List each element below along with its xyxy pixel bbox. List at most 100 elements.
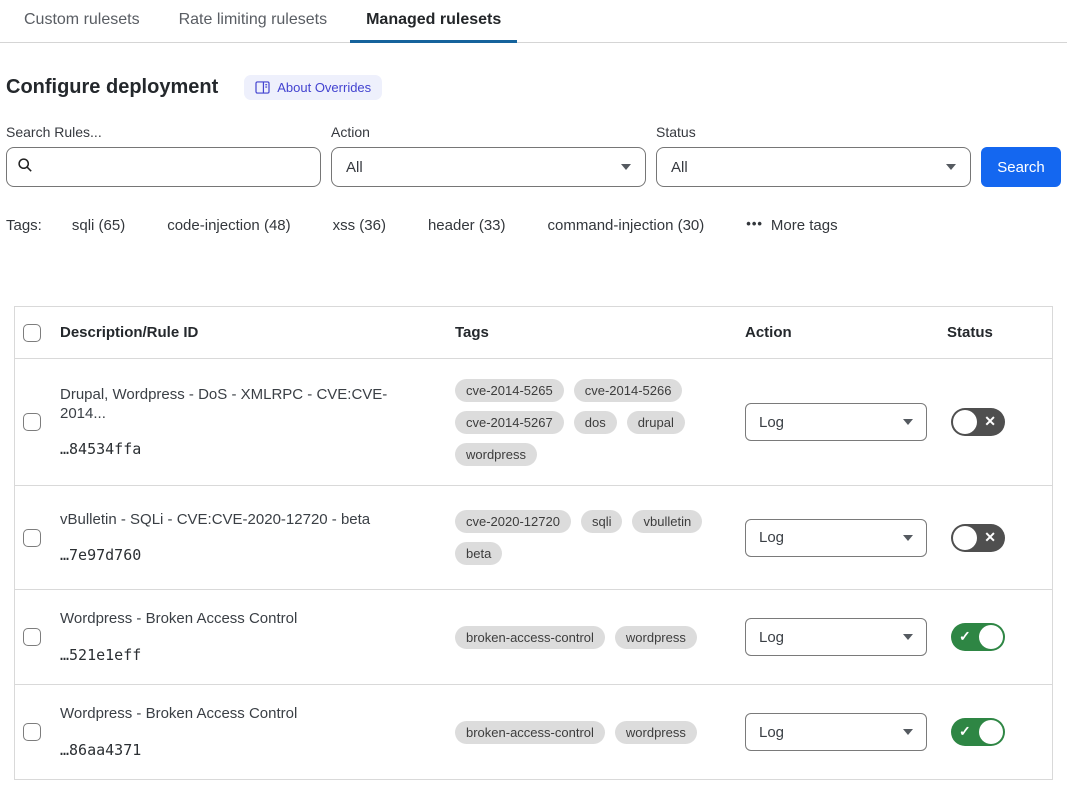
more-tags-label: More tags [771, 217, 838, 234]
status-toggle[interactable]: ✓ [951, 623, 1005, 651]
search-rules-label: Search Rules... [6, 124, 321, 140]
select-all-checkbox[interactable] [23, 324, 41, 342]
ellipsis-icon: ••• [746, 216, 763, 231]
rule-id: …84534ffa [60, 440, 431, 458]
filters-row: Search Rules... Action All Status [6, 124, 1061, 187]
rule-action-select[interactable]: Log [745, 403, 927, 441]
status-filter: Status All [656, 124, 971, 187]
toggle-knob [979, 720, 1003, 744]
tag-chip: beta [455, 542, 502, 565]
status-filter-select[interactable]: All [656, 147, 971, 187]
table-row: Drupal, Wordpress - DoS - XMLRPC - CVE:C… [15, 359, 1052, 486]
rule-tags: cve-2020-12720 sqli vbulletin beta [455, 510, 745, 565]
tag-chip: sqli [581, 510, 623, 533]
column-header-action: Action [745, 324, 947, 341]
toggle-knob [953, 526, 977, 550]
tag-chip: wordpress [615, 721, 697, 744]
action-filter-value: All [346, 159, 363, 176]
rule-action-select[interactable]: Log [745, 519, 927, 557]
status-filter-value: All [671, 159, 688, 176]
table-row: Wordpress - Broken Access Control …521e1… [15, 590, 1052, 685]
search-rules-input[interactable] [41, 159, 310, 176]
chevron-down-icon [903, 535, 913, 541]
toggle-knob [979, 625, 1003, 649]
page-title: Configure deployment [6, 76, 218, 99]
table-header-row: Description/Rule ID Tags Action Status [15, 307, 1052, 359]
tag-chip: wordpress [615, 626, 697, 649]
rule-description: Drupal, Wordpress - DoS - XMLRPC - CVE:C… [60, 386, 431, 424]
rule-action-select[interactable]: Log [745, 713, 927, 751]
chevron-down-icon [903, 419, 913, 425]
tag-chip: broken-access-control [455, 721, 605, 744]
rule-action-value: Log [759, 414, 784, 431]
search-button[interactable]: Search [981, 147, 1061, 187]
column-header-tags: Tags [455, 324, 745, 341]
rule-description: vBulletin - SQLi - CVE:CVE-2020-12720 - … [60, 511, 431, 530]
tag-chip: vbulletin [632, 510, 702, 533]
action-filter-label: Action [331, 124, 646, 140]
rule-id: …86aa4371 [60, 741, 431, 759]
chevron-down-icon [903, 729, 913, 735]
tag-chip: cve-2014-5265 [455, 379, 564, 402]
chevron-down-icon [946, 164, 956, 170]
rule-id: …521e1eff [60, 646, 431, 664]
status-toggle[interactable]: ✕ [951, 524, 1005, 552]
toggle-state-icon: ✕ [984, 529, 996, 546]
toggle-knob [953, 410, 977, 434]
action-filter-select[interactable]: All [331, 147, 646, 187]
tag-chip: cve-2014-5266 [574, 379, 683, 402]
row-checkbox[interactable] [23, 529, 41, 547]
status-filter-label: Status [656, 124, 971, 140]
rule-id: …7e97d760 [60, 546, 431, 564]
status-toggle[interactable]: ✓ [951, 718, 1005, 746]
tag-filter-xss[interactable]: xss (36) [333, 217, 386, 234]
tab-custom-rulesets[interactable]: Custom rulesets [8, 0, 156, 43]
tag-chip: drupal [627, 411, 685, 434]
tag-chip: dos [574, 411, 617, 434]
search-rules-box [6, 147, 321, 187]
tags-bar-label: Tags: [6, 217, 42, 234]
tag-filter-command-injection[interactable]: command-injection (30) [548, 217, 705, 234]
rules-table: Description/Rule ID Tags Action Status D… [14, 306, 1053, 780]
status-toggle[interactable]: ✕ [951, 408, 1005, 436]
tag-chip: cve-2020-12720 [455, 510, 571, 533]
rule-description: Wordpress - Broken Access Control [60, 610, 431, 629]
toggle-state-icon: ✓ [959, 628, 971, 645]
book-icon [255, 81, 270, 94]
row-checkbox[interactable] [23, 723, 41, 741]
tab-rate-limiting-rulesets[interactable]: Rate limiting rulesets [163, 0, 344, 43]
about-overrides-label: About Overrides [277, 80, 371, 95]
tag-chip: wordpress [455, 443, 537, 466]
rule-action-value: Log [759, 724, 784, 741]
table-row: Wordpress - Broken Access Control …86aa4… [15, 685, 1052, 780]
search-rules-filter: Search Rules... [6, 124, 321, 187]
table-row: vBulletin - SQLi - CVE:CVE-2020-12720 - … [15, 486, 1052, 590]
about-overrides-link[interactable]: About Overrides [244, 75, 382, 100]
action-filter: Action All [331, 124, 646, 187]
rule-tags: broken-access-control wordpress [455, 626, 745, 649]
tag-filter-sqli[interactable]: sqli (65) [72, 217, 125, 234]
column-header-description: Description/Rule ID [60, 324, 455, 341]
toggle-state-icon: ✓ [959, 723, 971, 740]
chevron-down-icon [621, 164, 631, 170]
rule-description: Wordpress - Broken Access Control [60, 705, 431, 724]
tab-managed-rulesets[interactable]: Managed rulesets [350, 0, 517, 43]
tags-bar: Tags: sqli (65) code-injection (48) xss … [6, 217, 1061, 234]
tag-filter-header[interactable]: header (33) [428, 217, 506, 234]
rule-tags: broken-access-control wordpress [455, 721, 745, 744]
tab-bar: Custom rulesets Rate limiting rulesets M… [0, 0, 1067, 43]
tag-chip: broken-access-control [455, 626, 605, 649]
rule-action-select[interactable]: Log [745, 618, 927, 656]
rule-tags: cve-2014-5265 cve-2014-5266 cve-2014-526… [455, 379, 745, 466]
row-checkbox[interactable] [23, 413, 41, 431]
search-icon [17, 157, 33, 178]
toggle-state-icon: ✕ [984, 413, 996, 430]
tag-chip: cve-2014-5267 [455, 411, 564, 434]
rule-action-value: Log [759, 629, 784, 646]
column-header-status: Status [947, 324, 1052, 341]
row-checkbox[interactable] [23, 628, 41, 646]
tag-filter-code-injection[interactable]: code-injection (48) [167, 217, 290, 234]
more-tags-button[interactable]: ••• More tags [746, 217, 837, 234]
heading-row: Configure deployment About Overrides [6, 75, 1061, 100]
chevron-down-icon [903, 634, 913, 640]
